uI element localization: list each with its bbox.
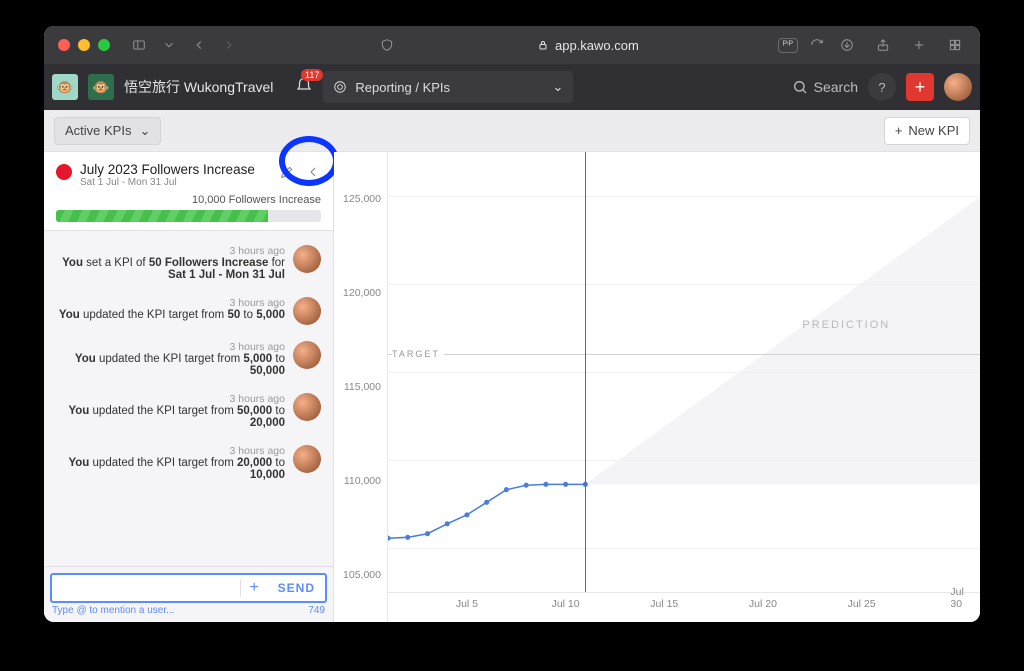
window-zoom[interactable] [98, 39, 110, 51]
profile-avatar[interactable] [944, 73, 972, 101]
composer-hint: Type @ to mention a user... [52, 605, 174, 616]
avatar [293, 445, 321, 473]
reload-icon[interactable] [806, 34, 828, 56]
workspace-name: 悟空旅行 WukongTravel [124, 77, 273, 97]
pip-badge[interactable]: ᴾⁱᴾ [778, 38, 798, 53]
kpi-filter-dropdown[interactable]: Active KPIs ⌄ [54, 117, 161, 145]
composer-char-limit: 749 [308, 605, 325, 616]
avatar [293, 245, 321, 273]
new-kpi-label: New KPI [908, 123, 959, 138]
kpi-date-range: Sat 1 Jul - Mon 31 Jul [80, 177, 255, 188]
activity-item: 3 hours agoYou updated the KPI target fr… [52, 437, 325, 489]
breadcrumb-label: Reporting / KPIs [355, 80, 450, 95]
x-tick: Jul 25 [848, 598, 876, 610]
kpi-progress-bar [56, 210, 321, 222]
browser-toolbar: app.kawo.com ᴾⁱᴾ [44, 26, 980, 64]
activity-item: 3 hours agoYou updated the KPI target fr… [52, 289, 325, 333]
app-header: 🐵 🐵 悟空旅行 WukongTravel 117 Reporting / KP… [44, 64, 980, 110]
prediction-label: PREDICTION [802, 319, 890, 331]
attach-button[interactable]: + [240, 579, 268, 597]
kpi-metric-label: 10,000 Followers Increase [56, 194, 321, 206]
activity-item: 3 hours agoYou updated the KPI target fr… [52, 333, 325, 385]
address-bar[interactable]: app.kawo.com [537, 38, 639, 53]
new-tab-icon[interactable] [908, 34, 930, 56]
share-icon[interactable] [872, 34, 894, 56]
edit-icon[interactable] [275, 160, 299, 184]
x-tick: Jul 20 [749, 598, 777, 610]
app-logo[interactable]: 🐵 [52, 74, 78, 100]
weibo-icon [56, 164, 72, 180]
url-host: app.kawo.com [555, 38, 639, 53]
y-tick: 115,000 [344, 381, 381, 393]
kpi-card: July 2023 Followers Increase Sat 1 Jul -… [44, 152, 333, 231]
tabs-icon[interactable] [944, 34, 966, 56]
download-icon[interactable] [836, 34, 858, 56]
avatar [293, 393, 321, 421]
forward-icon[interactable] [218, 34, 240, 56]
notifications-button[interactable]: 117 [295, 77, 313, 98]
chevron-down-icon[interactable] [158, 34, 180, 56]
kpi-title: July 2023 Followers Increase [80, 162, 255, 177]
collapse-icon[interactable] [301, 160, 325, 184]
y-tick: 120,000 [343, 287, 381, 299]
activity-feed: 3 hours agoYou set a KPI of 50 Followers… [44, 231, 333, 566]
search-label: Search [814, 79, 858, 95]
workspace-avatar[interactable]: 🐵 [88, 74, 114, 100]
avatar [293, 341, 321, 369]
help-button[interactable]: ? [868, 73, 896, 101]
y-tick: 110,000 [344, 475, 381, 487]
send-button[interactable]: SEND [268, 581, 325, 595]
notification-count: 117 [301, 69, 323, 81]
shield-icon[interactable] [376, 34, 398, 56]
x-tick: Jul 10 [552, 598, 580, 610]
breadcrumb-dropdown[interactable]: Reporting / KPIs ⌄ [323, 71, 573, 103]
y-tick: 125,000 [343, 193, 381, 205]
activity-item: 3 hours agoYou set a KPI of 50 Followers… [52, 237, 325, 289]
global-search[interactable]: Search [792, 79, 858, 95]
target-label: TARGET [392, 349, 444, 359]
kpi-chart: 105,000 110,000 115,000 120,000 125,000 TARG… [334, 152, 980, 622]
comment-input[interactable] [52, 581, 240, 595]
subtoolbar: Active KPIs ⌄ + New KPI [44, 110, 980, 152]
avatar [293, 297, 321, 325]
y-tick: 105,000 [343, 569, 381, 581]
window-close[interactable] [58, 39, 70, 51]
sidebar-icon[interactable] [128, 34, 150, 56]
kpi-filter-label: Active KPIs [65, 123, 131, 138]
new-kpi-button[interactable]: + New KPI [884, 117, 970, 145]
x-tick: Jul 30 [950, 586, 970, 610]
workspace-selector[interactable]: 悟空旅行 WukongTravel [124, 77, 273, 97]
add-button[interactable]: + [906, 73, 934, 101]
today-line [585, 152, 586, 592]
comment-composer[interactable]: + SEND [50, 573, 327, 603]
window-minimize[interactable] [78, 39, 90, 51]
back-icon[interactable] [188, 34, 210, 56]
x-tick: Jul 15 [650, 598, 678, 610]
activity-item: 3 hours agoYou updated the KPI target fr… [52, 385, 325, 437]
x-tick: Jul 5 [456, 598, 478, 610]
